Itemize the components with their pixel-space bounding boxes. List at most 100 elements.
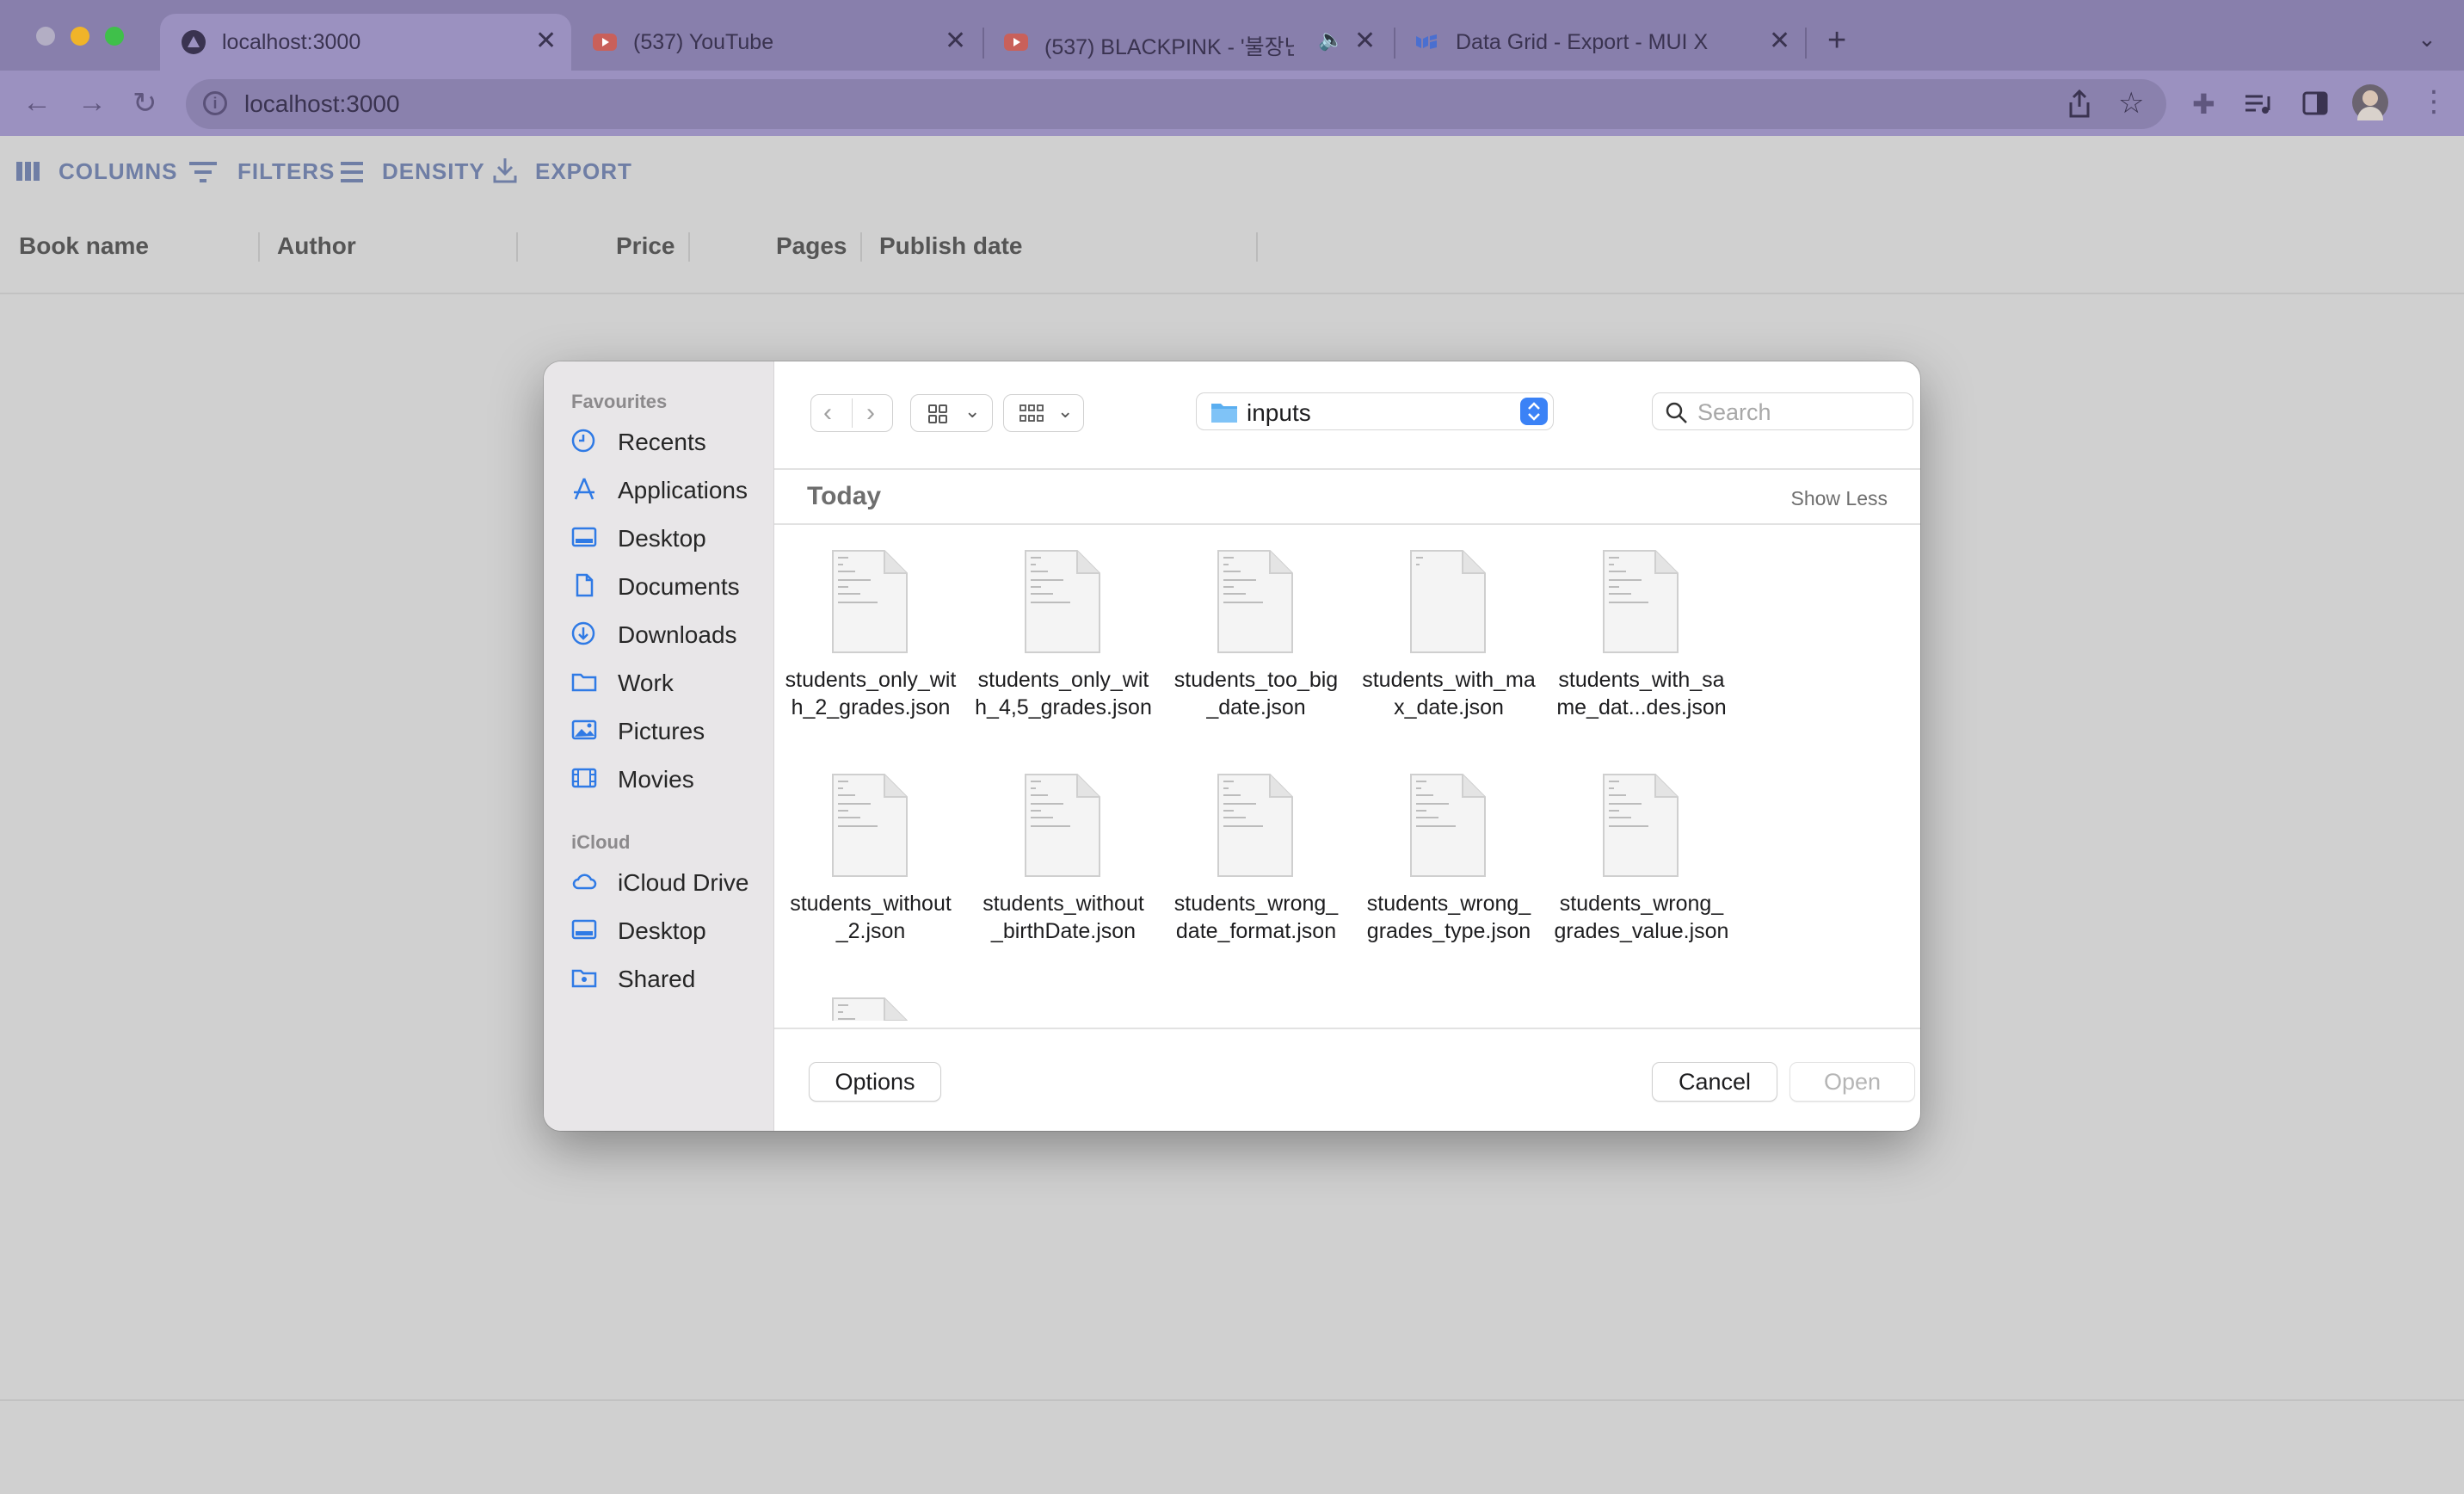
file-item[interactable]: students_without _2.json xyxy=(774,750,967,974)
file-item[interactable]: students_with_sa me_dat...des.json xyxy=(1545,527,1738,750)
file-item[interactable]: students_wrong_ grades_value.json xyxy=(1545,750,1738,974)
json-file-icon xyxy=(832,997,908,1021)
json-file-icon xyxy=(1217,774,1293,877)
audio-playing-icon[interactable]: 🔈 xyxy=(1318,28,1344,52)
sidebar-item-desktop[interactable]: Desktop xyxy=(571,518,769,558)
file-open-dialog: Favourites Recents Applications Desktop … xyxy=(544,361,1920,1131)
file-item[interactable]: students_wrong_ grades_type.json xyxy=(1352,750,1545,974)
file-item[interactable]: students_too_big _date.json xyxy=(1160,527,1352,750)
back-arrow-icon[interactable]: ← xyxy=(22,86,52,120)
json-file-icon xyxy=(1217,550,1293,653)
chevron-right-icon[interactable]: › xyxy=(866,398,875,428)
sidebar-item-work[interactable]: Work xyxy=(571,663,769,702)
tab-title: (537) BLACKPINK - '불장난 xyxy=(1044,35,1294,59)
filter-icon xyxy=(189,162,217,182)
new-tab-button[interactable]: + xyxy=(1827,22,1846,59)
export-button[interactable]: EXPORT xyxy=(535,158,632,185)
columns-button[interactable]: COLUMNS xyxy=(59,158,177,185)
column-separator[interactable] xyxy=(516,232,518,262)
side-panel-icon[interactable] xyxy=(2302,91,2328,115)
close-tab-icon[interactable]: ✕ xyxy=(535,26,557,56)
group-by-button[interactable]: ⌄ xyxy=(1003,394,1084,432)
extensions-puzzle-icon[interactable]: ✚ xyxy=(2192,88,2215,120)
file-item[interactable]: students_wrong_ date_format.json xyxy=(1160,750,1352,974)
tab-blackpink[interactable]: (537) BLACKPINK - '불장난 🔈 ✕ xyxy=(983,14,1394,71)
media-playlist-icon[interactable] xyxy=(2244,93,2271,115)
file-name: students_with_sa me_dat...des.json xyxy=(1556,668,1727,719)
column-header-author[interactable]: Author xyxy=(277,232,356,260)
location-stepper-icon[interactable] xyxy=(1520,398,1548,425)
options-button[interactable]: Options xyxy=(809,1062,941,1102)
reload-icon[interactable]: ↻ xyxy=(132,86,157,120)
sidebar-item-movies[interactable]: Movies xyxy=(571,759,769,799)
address-bar[interactable]: i localhost:3000 ☆ xyxy=(186,79,2166,129)
tab-search-chevron-icon[interactable]: ⌄ xyxy=(2418,26,2436,52)
column-separator[interactable] xyxy=(688,232,690,262)
profile-avatar[interactable] xyxy=(2352,84,2388,120)
sidebar-item-shared[interactable]: Shared xyxy=(571,959,769,998)
file-item[interactable]: students_without _birthDate.json xyxy=(967,750,1160,974)
close-tab-icon[interactable]: ✕ xyxy=(945,26,966,56)
group-grid-icon xyxy=(1019,404,1044,422)
file-name: students_too_big _date.json xyxy=(1173,668,1339,719)
file-item[interactable] xyxy=(774,974,967,1021)
column-header-book-name[interactable]: Book name xyxy=(19,232,149,260)
sidebar-item-pictures[interactable]: Pictures xyxy=(571,711,769,750)
column-separator[interactable] xyxy=(860,232,862,262)
sidebar-item-icloud-desktop[interactable]: Desktop xyxy=(571,911,769,950)
column-header-pages[interactable]: Pages xyxy=(776,232,847,260)
open-button[interactable]: Open xyxy=(1789,1062,1915,1102)
density-button[interactable]: DENSITY xyxy=(382,158,485,185)
json-file-icon xyxy=(1410,774,1486,877)
sidebar-item-documents[interactable]: Documents xyxy=(571,566,769,606)
location-popup[interactable]: inputs xyxy=(1196,392,1554,430)
applications-icon xyxy=(574,478,594,500)
dialog-toolbar: ‹ › ⌄ ⌄ inputs xyxy=(774,361,1920,470)
cancel-button[interactable]: Cancel xyxy=(1652,1062,1777,1102)
file-item[interactable]: students_only_wit h_4,5_grades.json xyxy=(967,527,1160,750)
tab-mui[interactable]: Data Grid - Export - MUI X ✕ xyxy=(1394,14,1805,71)
sidebar-item-label: Shared xyxy=(618,966,696,992)
location-label: inputs xyxy=(1247,399,1311,426)
sidebar-item-recents[interactable]: Recents xyxy=(571,422,769,461)
back-forward-group: ‹ › xyxy=(810,394,893,432)
search-input[interactable] xyxy=(1697,398,1904,426)
share-icon[interactable] xyxy=(2067,90,2092,119)
tab-localhost[interactable]: localhost:3000 ✕ xyxy=(160,14,571,71)
chevron-left-icon[interactable]: ‹ xyxy=(823,398,832,428)
json-file-icon xyxy=(832,774,908,877)
sidebar-item-icloud-drive[interactable]: iCloud Drive xyxy=(571,862,769,902)
file-name: students_only_wit h_4,5_grades.json xyxy=(975,668,1152,719)
file-item[interactable]: students_only_wit h_2_grades.json xyxy=(774,527,967,750)
document-icon xyxy=(576,573,594,597)
sidebar-item-label: iCloud Drive xyxy=(618,869,749,896)
more-menu-icon[interactable]: ⋮ xyxy=(2419,84,2449,119)
info-icon[interactable]: i xyxy=(203,91,227,115)
view-mode-button[interactable]: ⌄ xyxy=(910,394,993,432)
folder-icon xyxy=(571,673,597,692)
forward-arrow-icon[interactable]: → xyxy=(77,86,107,120)
pictures-icon xyxy=(571,719,597,740)
sidebar-item-downloads[interactable]: Downloads xyxy=(571,614,769,654)
close-window-button[interactable] xyxy=(36,27,55,46)
dialog-footer: Options Cancel Open xyxy=(774,1028,1920,1131)
bookmark-star-icon[interactable]: ☆ xyxy=(2118,86,2144,120)
tab-youtube[interactable]: (537) YouTube ✕ xyxy=(571,14,983,71)
close-tab-icon[interactable]: ✕ xyxy=(1354,26,1376,56)
search-field[interactable] xyxy=(1652,392,1913,430)
close-tab-icon[interactable]: ✕ xyxy=(1769,26,1790,56)
column-separator[interactable] xyxy=(258,232,260,262)
filters-button[interactable]: FILTERS xyxy=(237,158,335,185)
sidebar-item-label: Pictures xyxy=(618,718,705,744)
column-header-price[interactable]: Price xyxy=(616,232,675,260)
json-file-icon xyxy=(832,550,908,653)
minimize-window-button[interactable] xyxy=(71,27,89,46)
file-item[interactable]: students_with_ma x_date.json xyxy=(1352,527,1545,750)
icon-grid-view-icon xyxy=(928,404,947,423)
column-separator[interactable] xyxy=(1256,232,1258,262)
column-header-publish-date[interactable]: Publish date xyxy=(879,232,1022,260)
maximize-window-button[interactable] xyxy=(105,27,124,46)
sidebar-item-applications[interactable]: Applications xyxy=(571,470,769,509)
show-less-button[interactable]: Show Less xyxy=(1790,487,1888,510)
file-name: students_only_wit h_2_grades.json xyxy=(785,668,957,719)
